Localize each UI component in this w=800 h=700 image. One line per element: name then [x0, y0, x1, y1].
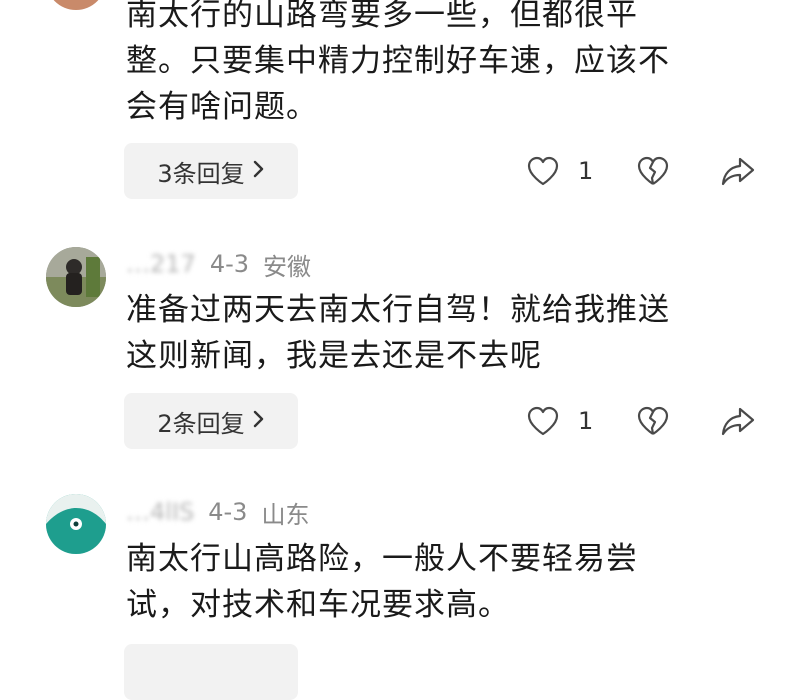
heart-icon [526, 405, 560, 437]
comment-item: …4lIS 4-3 山东 南太行山高路险，一般人不要轻易尝 试，对技术和车况要求… [0, 480, 800, 700]
username[interactable]: …217 [126, 250, 196, 278]
reply-count-label: 3条回复 [157, 159, 245, 188]
broken-heart-icon [636, 155, 670, 187]
comment-text-line: 这则新闻，我是去还是不去呢 [126, 338, 542, 374]
comment-text-line: 会有啥问题。 [126, 89, 318, 125]
view-replies-button[interactable]: 2条回复 [124, 393, 298, 449]
comment-text-line: 准备过两天去南太行自驾！就给我推送 [126, 292, 670, 328]
username[interactable]: …4lIS [126, 498, 194, 526]
comment-location: 山东 [261, 500, 310, 529]
comment-text-line: 南太行的山路弯要多一些，但都很平 [126, 0, 638, 33]
share-arrow-icon [720, 405, 756, 437]
comment-item: …217 4-3 安徽 准备过两天去南太行自驾！就给我推送 这则新闻，我是去还是… [0, 230, 800, 460]
avatar[interactable] [46, 247, 106, 307]
view-replies-button[interactable] [124, 644, 298, 700]
comment-meta: …4lIS 4-3 山东 [126, 492, 309, 532]
chevron-right-icon [253, 159, 265, 184]
comment-text: 南太行山高路险，一般人不要轻易尝 试，对技术和车况要求高。 [126, 536, 746, 628]
comment-text-line: 整。只要集中精力控制好车速，应该不 [126, 43, 670, 79]
comment-location: 安徽 [263, 252, 312, 281]
share-button[interactable] [720, 405, 756, 437]
share-arrow-icon [720, 155, 756, 187]
broken-heart-icon [636, 405, 670, 437]
dislike-button[interactable] [636, 405, 670, 437]
comment-text: 准备过两天去南太行自驾！就给我推送 这则新闻，我是去还是不去呢 [126, 287, 746, 379]
reply-count-label: 2条回复 [157, 409, 245, 438]
like-count: 1 [578, 407, 594, 435]
avatar[interactable] [46, 0, 106, 10]
comment-text-line: 南太行山高路险，一般人不要轻易尝 [126, 541, 638, 577]
like-button[interactable]: 1 [526, 155, 593, 187]
avatar[interactable] [46, 494, 106, 554]
comment-item: 南太行的山路弯要多一些，但都很平 整。只要集中精力控制好车速，应该不 会有啥问题… [0, 0, 800, 210]
comment-date: 4-3 [208, 498, 248, 526]
share-button[interactable] [720, 155, 756, 187]
chevron-right-icon [253, 409, 265, 434]
comment-text-line: 试，对技术和车况要求高。 [126, 587, 510, 623]
dislike-button[interactable] [636, 155, 670, 187]
comment-text: 南太行的山路弯要多一些，但都很平 整。只要集中精力控制好车速，应该不 会有啥问题… [126, 0, 746, 130]
like-button[interactable]: 1 [526, 405, 593, 437]
view-replies-button[interactable]: 3条回复 [124, 143, 298, 199]
like-count: 1 [578, 157, 594, 185]
comment-date: 4-3 [209, 250, 250, 278]
comment-meta: …217 4-3 安徽 [126, 244, 311, 284]
heart-icon [526, 155, 560, 187]
